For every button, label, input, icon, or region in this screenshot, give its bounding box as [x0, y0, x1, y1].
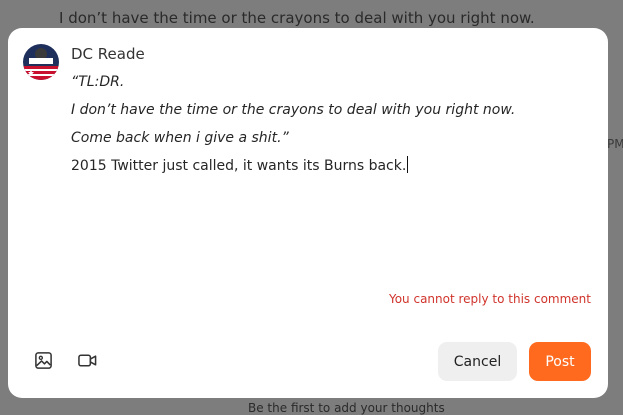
- quote-line-2: I don’t have the time or the crayons to …: [71, 102, 516, 118]
- reply-textarea[interactable]: “TL:DR. I don’t have the time or the cra…: [71, 72, 591, 184]
- reply-modal: DC Reade “TL:DR. I don’t have the time o…: [8, 28, 608, 398]
- post-button[interactable]: Post: [529, 342, 591, 381]
- error-message: You cannot reply to this comment: [388, 292, 591, 306]
- video-camera-icon: [77, 354, 96, 366]
- image-icon: [34, 351, 52, 369]
- add-image-button[interactable]: [31, 348, 55, 372]
- quote-line-3: Come back when i give a shit.”: [71, 130, 289, 146]
- comment-author: DC Reade: [71, 45, 145, 63]
- background-timestamp-fragment: PM: [607, 137, 623, 151]
- text-caret: [407, 156, 409, 173]
- reply-text: 2015 Twitter just called, it wants its B…: [71, 158, 407, 174]
- quote-line-1: “TL:DR.: [71, 74, 125, 90]
- background-empty-state-text: Be the first to add your thoughts: [248, 401, 445, 415]
- background-comment-text: I don’t have the time or the crayons to …: [59, 9, 535, 27]
- avatar: [23, 44, 59, 80]
- cancel-button[interactable]: Cancel: [438, 342, 517, 381]
- reply-line: 2015 Twitter just called, it wants its B…: [71, 156, 591, 184]
- add-video-button[interactable]: [75, 348, 99, 372]
